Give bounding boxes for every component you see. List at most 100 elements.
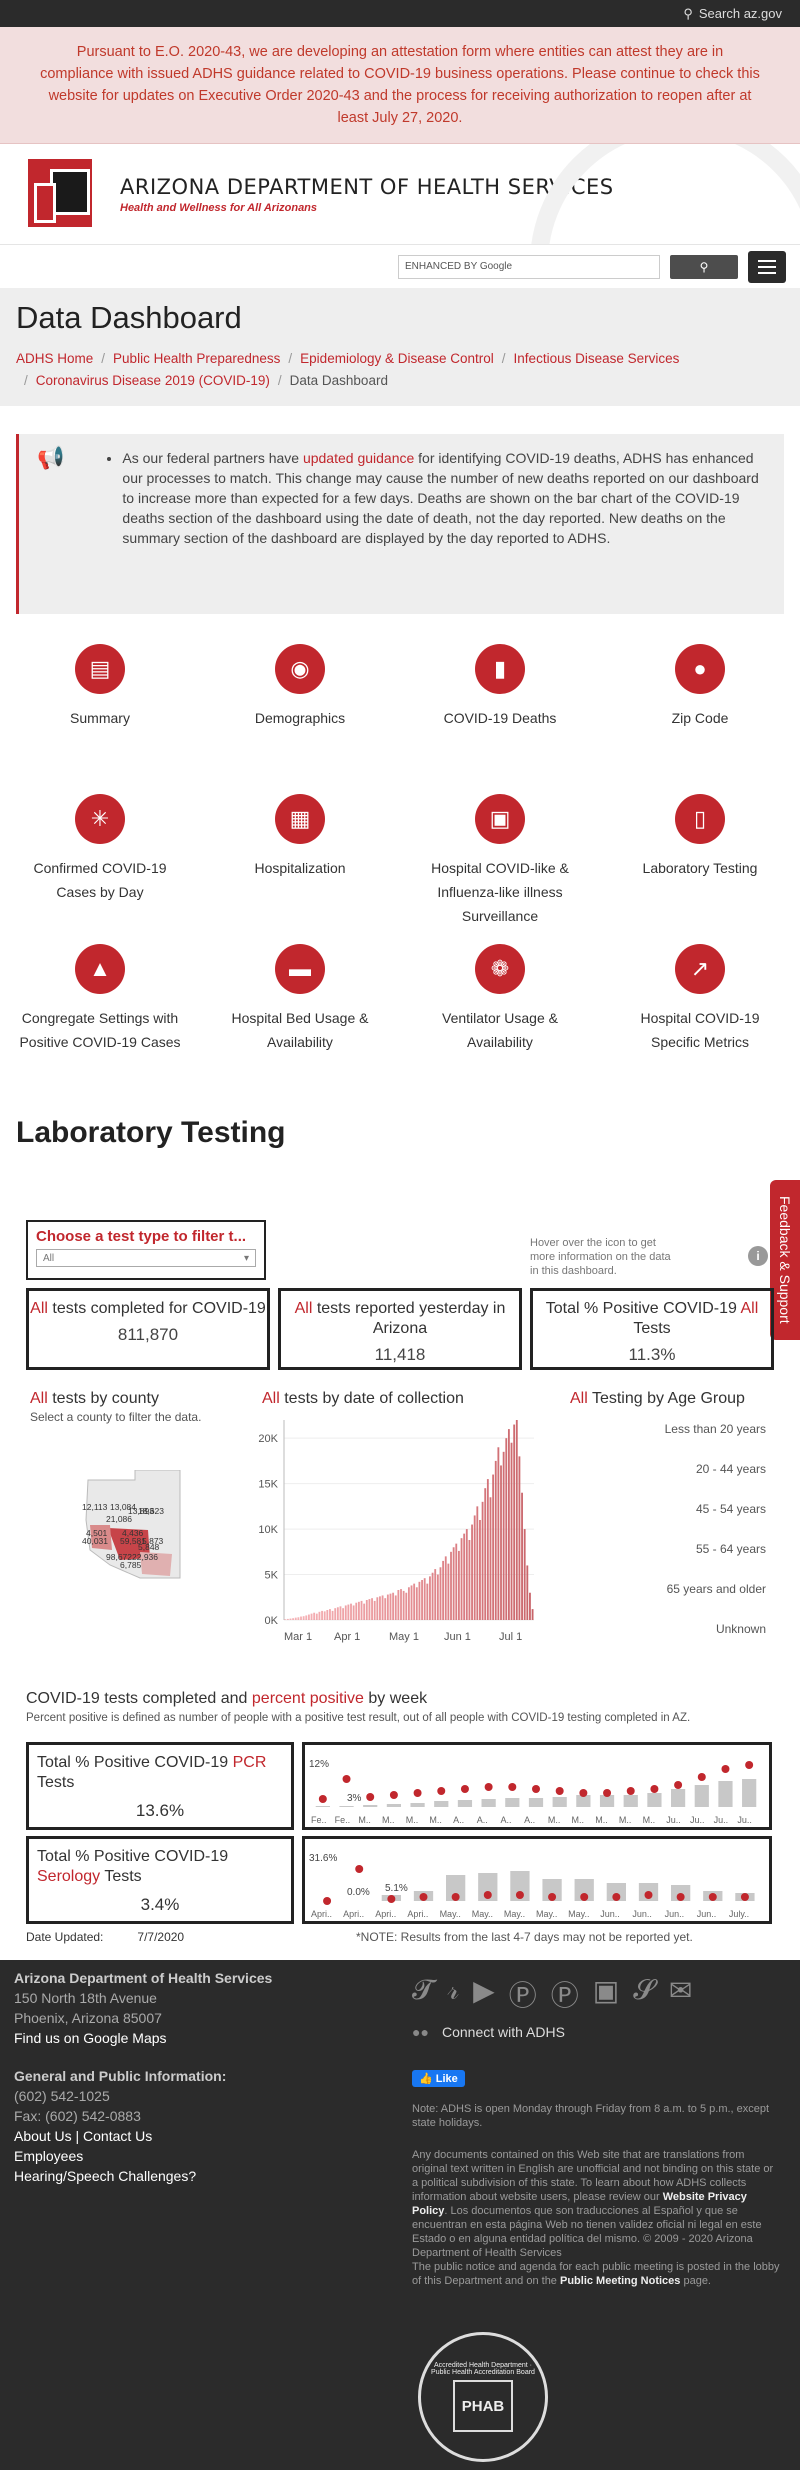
weekly-axis-label: Jun.. (632, 1909, 652, 1919)
collection-bar (315, 1613, 318, 1620)
breadcrumb-public-health-preparedness[interactable]: Public Health Preparedness (113, 351, 280, 366)
county-heading: All tests by county (30, 1390, 159, 1407)
weekly-positive-dot (413, 1789, 422, 1797)
breadcrumb: ADHS Home / Public Health Preparedness / Epi… (16, 351, 680, 388)
weekly-positive-dot (745, 1761, 754, 1769)
age-group-label[interactable]: 20 - 44 years (696, 1462, 766, 1476)
weekly-heading: COVID-19 tests completed and percent pos… (26, 1690, 428, 1707)
collection-bar (418, 1581, 421, 1620)
serology-weekly-chart[interactable]: Apri.. Apri.. Apri.. Apri.. May.. May.. May.. M… (302, 1836, 772, 1924)
age-group-label[interactable]: 45 - 54 years (696, 1502, 766, 1516)
collection-bar (479, 1520, 481, 1620)
collection-bar (297, 1617, 300, 1620)
pcr-weekly-chart[interactable]: Fe.. Fe.. M.. M.. M.. M.. A.. A.. A.. A.. M.. M.. M.… (302, 1742, 772, 1830)
org-name[interactable]: ARIZONA DEPARTMENT OF HEALTH SERVICES (120, 175, 614, 199)
footer-phone[interactable]: (602) 542-1025 (14, 2086, 414, 2106)
connect-with-adhs[interactable]: ●● Connect with ADHS (412, 2024, 565, 2040)
collection-bar (455, 1543, 458, 1620)
contact-us-link[interactable]: Contact Us (83, 2128, 152, 2144)
weekly-positive-dot (740, 1893, 749, 1901)
youtube-icon[interactable]: ▶ (473, 1974, 495, 2014)
weekly-axis-label: M.. (548, 1815, 561, 1825)
collection-bar (529, 1592, 531, 1620)
hamburger-menu-button[interactable] (748, 250, 786, 283)
weekly-positive-dot (697, 1773, 706, 1781)
footer-legal-text: Any documents contained on this Web site… (412, 2149, 774, 2259)
tile-hospital-ili-surveillance[interactable]: ▣ Hospital COVID-like & Influenza-like il… (400, 794, 600, 944)
collection-bar (360, 1600, 363, 1620)
breadcrumb-epidemiology[interactable]: Epidemiology & Disease Control (300, 351, 494, 366)
age-group-label[interactable]: Less than 20 years (665, 1422, 766, 1436)
collection-bar (426, 1583, 429, 1620)
weekly-axis-label: M.. (595, 1815, 608, 1825)
eo-link[interactable]: E.O. 2020-43 (155, 44, 241, 60)
tile-congregate-settings[interactable]: ▲ Congregate Settings with Positive COVID… (0, 944, 200, 1114)
employees-link[interactable]: Employees (14, 2146, 414, 2166)
instagram-icon[interactable]: ▣ (593, 1974, 619, 2014)
collection-bar (507, 1429, 510, 1620)
age-group-label[interactable]: 55 - 64 years (696, 1542, 766, 1556)
test-type-select[interactable]: All ▾ (36, 1249, 256, 1267)
tile-ventilator-usage[interactable]: ❁ Ventilator Usage & Availability (400, 944, 600, 1114)
tile-demographics[interactable]: ◉ Demographics (200, 644, 400, 794)
weekly-axis-label: Fe.. (311, 1815, 327, 1825)
search-submit-button[interactable]: ⚲ (670, 254, 738, 279)
wordpress-icon[interactable]: Ⓟ (509, 1974, 537, 2014)
google-maps-link[interactable]: Find us on Google Maps (14, 2028, 414, 2048)
tile-hospital-covid-metrics[interactable]: ↗ Hospital COVID-19 Specific Metrics (600, 944, 800, 1114)
email-icon[interactable]: ✉ (669, 1974, 692, 2014)
pinterest-icon[interactable]: Ⓟ (551, 1974, 579, 2014)
tests-by-collection-chart[interactable]: 0K 5K 10K 15K 20K Mar 1 Apr 1 May 1 Jun 1 Jul 1 (246, 1410, 546, 1660)
search-az-gov-link[interactable]: Search az.gov (699, 6, 782, 21)
adhs-logo[interactable] (28, 159, 108, 229)
eo-alert-banner: Pursuant to E.O. 2020-43, we are develop… (0, 27, 800, 144)
tile-confirmed-cases-by-day[interactable]: ✳ Confirmed COVID-19 Cases by Day (0, 794, 200, 944)
hearing-speech-link[interactable]: Hearing/Speech Challenges? (14, 2166, 414, 2186)
weekly-note: Percent positive is defined as number of… (26, 1712, 691, 1724)
tile-hospitalization[interactable]: ▦ Hospitalization (200, 794, 400, 944)
linkedin-icon[interactable]: 𝓢 (633, 1974, 655, 2014)
breadcrumb-adhs-home[interactable]: ADHS Home (16, 351, 93, 366)
age-group-label[interactable]: Unknown (716, 1622, 766, 1636)
collection-bar (460, 1538, 463, 1620)
info-icon[interactable]: i (748, 1246, 768, 1266)
collection-bar (421, 1580, 423, 1620)
arizona-county-map[interactable]: 12,113 13,084 13,893 18,623 21,086 4,501 4,436… (80, 1469, 190, 1580)
public-meeting-notices-link[interactable]: Public Meeting Notices (560, 2275, 680, 2287)
facebook-like-button[interactable]: 👍 Like (412, 2070, 465, 2087)
footer-general-info: General and Public Information: (14, 2068, 227, 2084)
collection-bar (323, 1611, 326, 1620)
weekly-positive-dot (366, 1793, 375, 1801)
title-bar: Data Dashboard ADHS Home / Public Health P… (0, 288, 800, 406)
breadcrumb-covid19[interactable]: Coronavirus Disease 2019 (COVID-19) (36, 373, 270, 388)
collection-bar (429, 1576, 431, 1620)
collection-bar (502, 1451, 505, 1620)
twitter-icon[interactable]: 𝓣 (412, 1974, 433, 2014)
breadcrumb-infectious-disease[interactable]: Infectious Disease Services (514, 351, 680, 366)
tile-laboratory-testing[interactable]: ▯ Laboratory Testing (600, 794, 800, 944)
x-tick-label: Jun 1 (444, 1631, 471, 1643)
updated-guidance-link[interactable]: updated guidance (303, 450, 414, 466)
serology-value: 3.4% (140, 1895, 180, 1914)
weekly-test-bar (671, 1789, 686, 1807)
tile-zip-code[interactable]: ● Zip Code (600, 644, 800, 794)
weekly-test-bar (410, 1803, 425, 1807)
collection-bar (465, 1529, 468, 1620)
site-search-input[interactable]: ENHANCED BY Google (398, 254, 660, 279)
feedback-support-tab[interactable]: Feedback & Support (770, 1180, 800, 1340)
collection-bar (286, 1618, 289, 1620)
tile-covid19-deaths[interactable]: ▮ COVID-19 Deaths (400, 644, 600, 794)
weekly-axis-label: Ju.. (737, 1815, 752, 1825)
facebook-icon[interactable]: 𝓇 (447, 1974, 459, 2014)
phab-accreditation-seal[interactable]: Accredited Health Department · Public He… (418, 2332, 548, 2462)
tile-hospital-bed-usage[interactable]: ▬ Hospital Bed Usage & Availability (200, 944, 400, 1114)
age-group-label[interactable]: 65 years and older (667, 1582, 766, 1596)
weekly-positive-dot (580, 1893, 589, 1901)
collection-bar (363, 1603, 366, 1620)
weekly-positive-dot (579, 1789, 588, 1797)
weekly-test-bar (434, 1801, 449, 1807)
search-icon[interactable]: ⚲ (683, 6, 693, 22)
tile-summary[interactable]: ▤ Summary (0, 644, 200, 794)
weekly-positive-dot (342, 1775, 351, 1783)
about-us-link[interactable]: About Us (14, 2128, 72, 2144)
